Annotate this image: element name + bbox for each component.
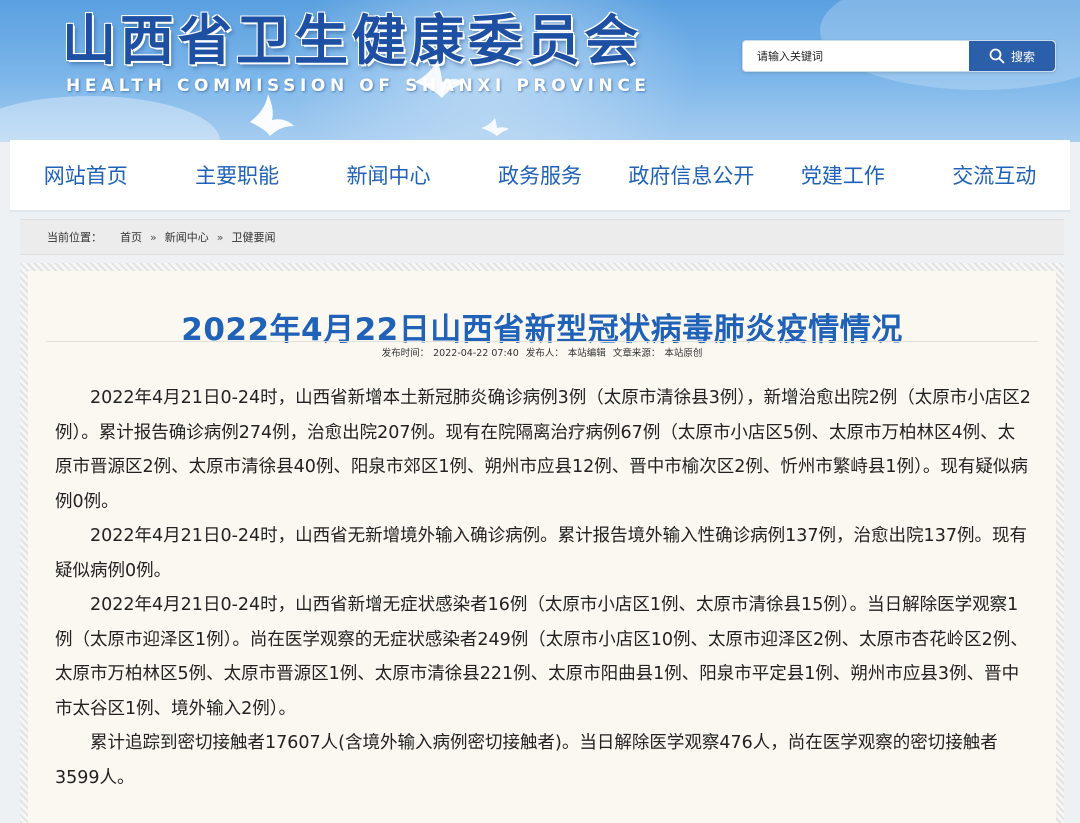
article-frame: 2022年4月22日山西省新型冠状病毒肺炎疫情情况 发布时间： 2022-04-2…	[20, 263, 1064, 823]
dove-icon	[481, 118, 509, 136]
dove-icon	[414, 60, 466, 98]
source-label: 文章来源：	[612, 348, 661, 359]
breadcrumb-news[interactable]: 新闻中心	[165, 229, 209, 245]
search-button[interactable]: 搜索	[969, 41, 1055, 71]
article-paragraph: 2022年4月21日0-24时，山西省新增无症状感染者16例（太原市小店区1例、…	[55, 595, 1028, 719]
nav-item-gov-info[interactable]: 政府信息公开	[616, 140, 767, 210]
breadcrumb-home[interactable]: 首页	[120, 229, 142, 245]
breadcrumb: 当前位置： 首页 » 新闻中心 » 卫健要闻	[20, 219, 1064, 255]
breadcrumb-label: 当前位置：	[47, 231, 102, 244]
breadcrumb-separator: »	[150, 230, 157, 244]
article: 2022年4月22日山西省新型冠状病毒肺炎疫情情况 发布时间： 2022-04-2…	[28, 271, 1056, 823]
publisher-label: 发布人：	[525, 348, 564, 359]
search-input[interactable]	[743, 41, 969, 71]
publish-time-label: 发布时间：	[381, 348, 430, 359]
site-title: 山西省卫生健康委员会	[62, 8, 642, 72]
breadcrumb-separator: »	[216, 230, 224, 244]
nav-item-interaction[interactable]: 交流互动	[919, 140, 1070, 210]
article-body: 2022年4月21日0-24时，山西省新增本土新冠肺炎确诊病例3例（太原市清徐县…	[55, 381, 1032, 795]
search-button-label: 搜索	[1010, 49, 1035, 64]
site-subtitle: HEALTH COMMISSION OF SHANXI PROVINCE	[66, 76, 651, 96]
article-meta: 发布时间： 2022-04-22 07:40 发布人： 本站编辑 文章来源： 本站原创	[46, 341, 1038, 368]
article-paragraph: 2022年4月21日0-24时，山西省新增本土新冠肺炎确诊病例3例（太原市清徐县…	[55, 388, 1031, 512]
publish-time: 2022-04-22 07:40	[433, 348, 519, 359]
article-paragraph: 2022年4月21日0-24时，山西省无新增境外输入确诊病例。累计报告境外输入性…	[55, 526, 1027, 581]
search-icon	[989, 48, 1005, 64]
nav-item-functions[interactable]: 主要职能	[161, 140, 312, 210]
main-nav: 网站首页 主要职能 新闻中心 政务服务 政府信息公开 党建工作 交流互动	[10, 140, 1070, 212]
dove-icon	[250, 94, 294, 136]
article-paragraph: 累计追踪到密切接触者17607人(含境外输入病例密切接触者)。当日解除医学观察4…	[55, 733, 998, 788]
header-banner: 山西省卫生健康委员会 HEALTH COMMISSION OF SHANXI P…	[0, 0, 1080, 142]
nav-item-services[interactable]: 政务服务	[464, 140, 615, 210]
publisher: 本站编辑	[567, 348, 606, 359]
source: 本站原创	[664, 348, 703, 359]
nav-item-news[interactable]: 新闻中心	[313, 140, 464, 210]
breadcrumb-current[interactable]: 卫健要闻	[231, 229, 275, 245]
banner-cloud	[0, 96, 220, 142]
search-box: 搜索	[742, 40, 1056, 72]
nav-item-party[interactable]: 党建工作	[767, 140, 918, 210]
nav-item-home[interactable]: 网站首页	[10, 140, 161, 210]
